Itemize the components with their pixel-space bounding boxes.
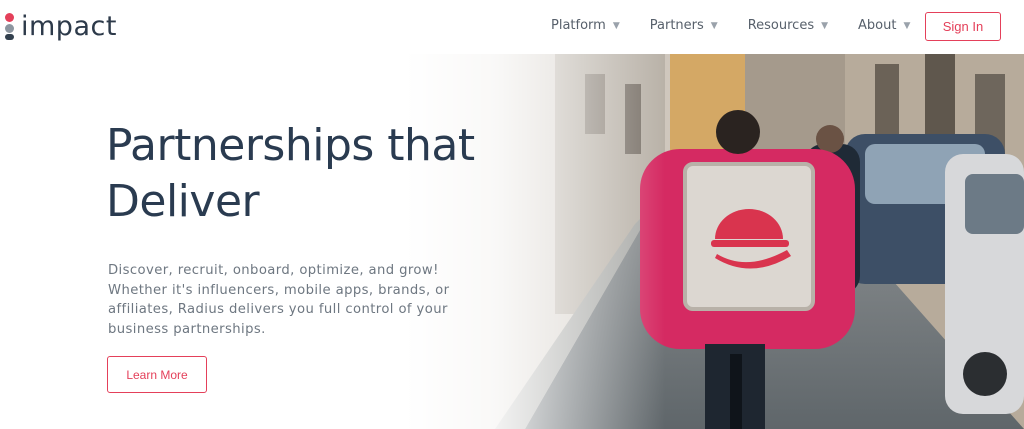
- caret-down-icon: ▼: [612, 20, 620, 31]
- logo-text: impact: [21, 10, 117, 42]
- headline-line-1: Partnerships that: [106, 120, 475, 171]
- nav-item-about[interactable]: About ▼: [858, 18, 910, 33]
- nav-item-partners[interactable]: Partners ▼: [650, 18, 718, 33]
- caret-down-icon: ▼: [821, 20, 829, 31]
- learn-more-button[interactable]: Learn More: [107, 356, 207, 393]
- caret-down-icon: ▼: [903, 20, 911, 31]
- headline-line-2: Deliver: [106, 176, 260, 227]
- nav-label: About: [858, 18, 897, 33]
- nav-item-resources[interactable]: Resources ▼: [748, 18, 828, 33]
- nav-item-platform[interactable]: Platform ▼: [551, 18, 620, 33]
- photo-fade-overlay: [405, 54, 665, 429]
- sign-in-button[interactable]: Sign In: [925, 12, 1001, 41]
- nav-label: Partners: [649, 18, 704, 33]
- caret-down-icon: ▼: [710, 20, 718, 31]
- hero-description: Discover, recruit, onboard, optimize, an…: [108, 263, 450, 337]
- nav-label: Resources: [747, 18, 815, 33]
- main-nav: Platform ▼ Partners ▼ Resources ▼ About …: [551, 18, 940, 33]
- nav-label: Platform: [551, 18, 606, 33]
- hero-section: Partnerships that Deliver Discover, recr…: [0, 54, 1024, 429]
- site-header: impact Platform ▼ Partners ▼ Resources ▼…: [0, 0, 1024, 54]
- hero-headline: Partnerships that Deliver: [106, 118, 566, 230]
- logo-mark-icon: [4, 11, 16, 41]
- impact-logo[interactable]: impact: [4, 8, 117, 44]
